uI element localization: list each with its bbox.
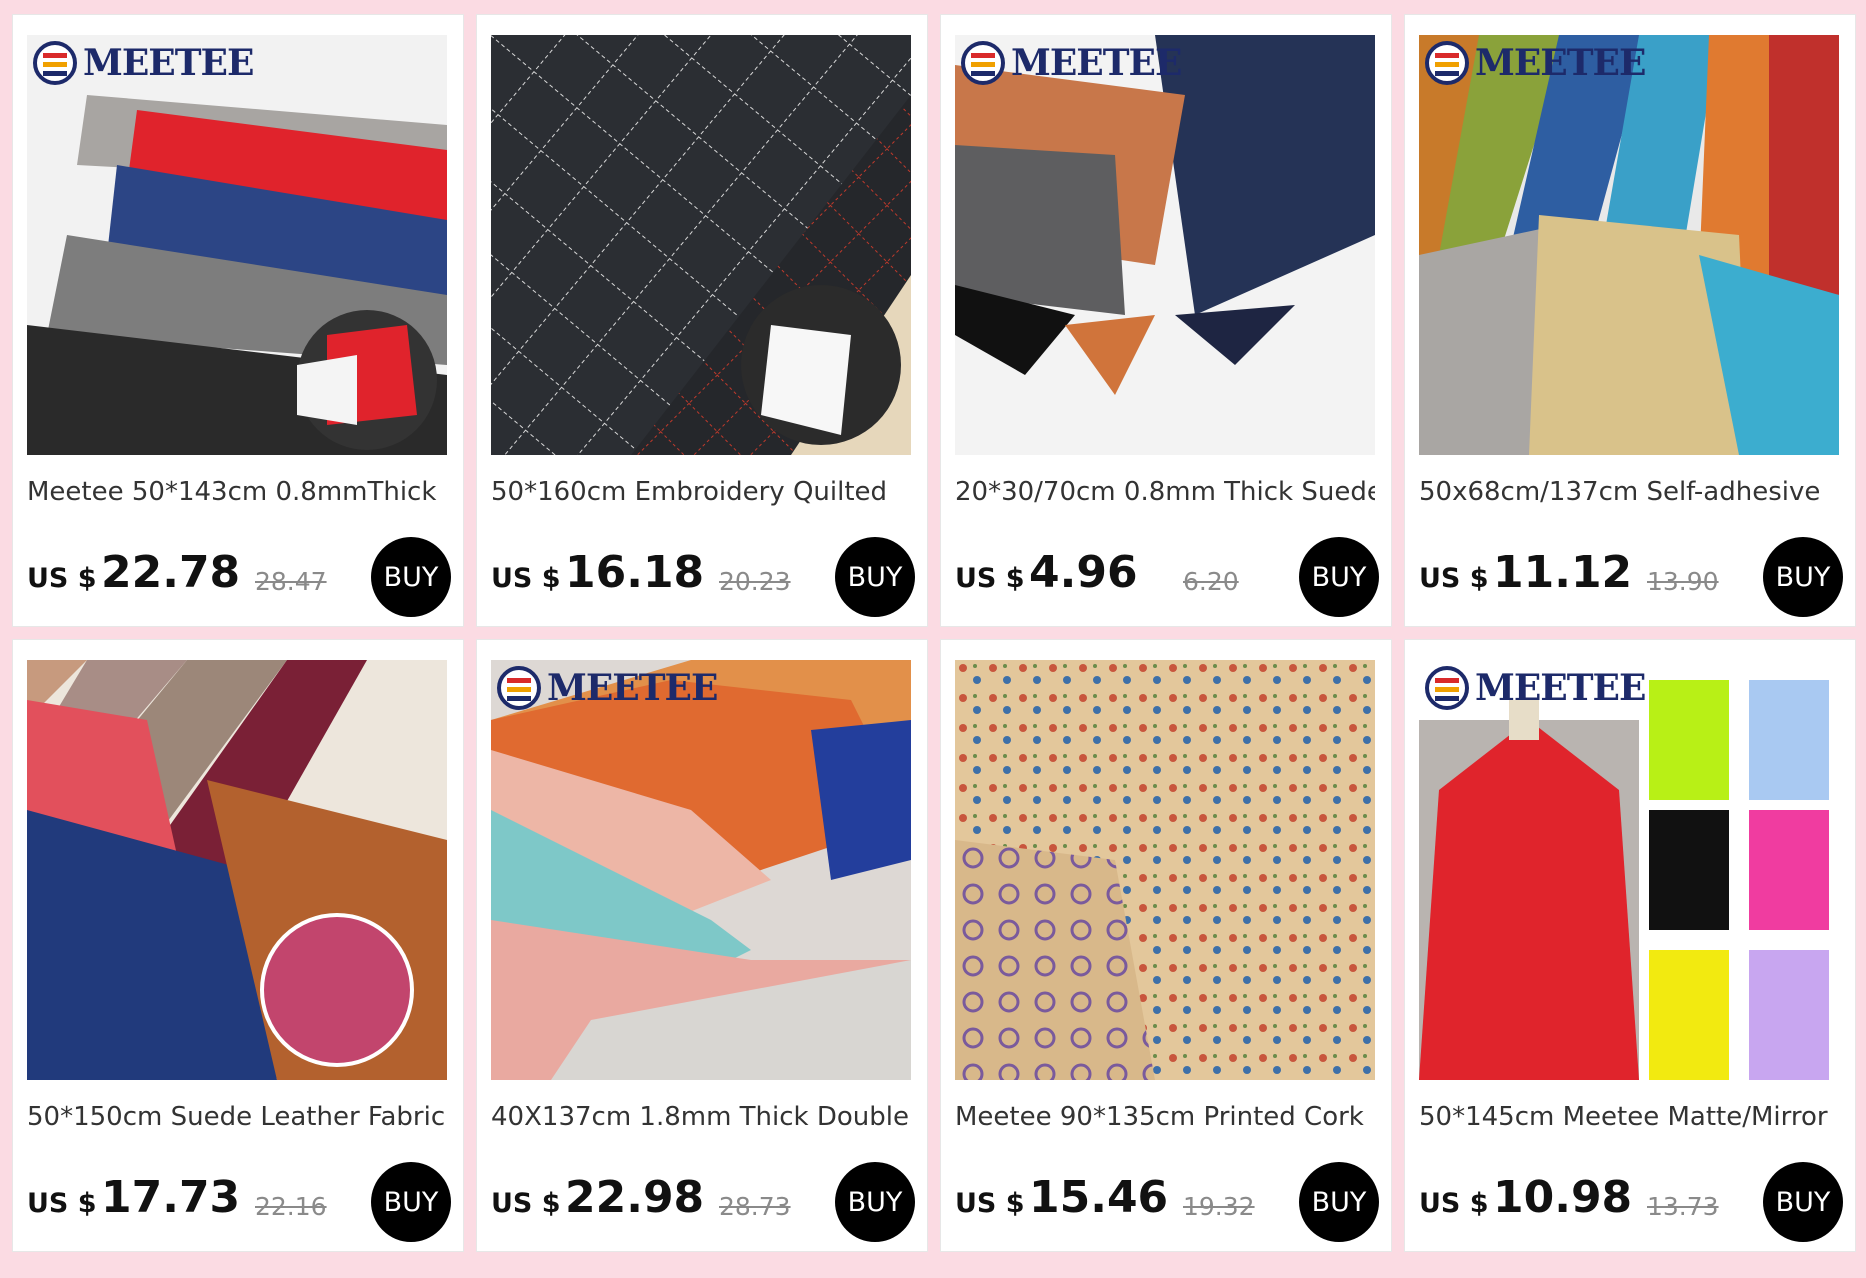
- sale-price: 4.96: [1029, 547, 1138, 598]
- currency-label: US $: [491, 1188, 561, 1219]
- price-bar: US $ 16.18 20.23 BUY: [491, 537, 915, 617]
- brand-logo: MEETEE: [33, 41, 254, 85]
- sale-price: 16.18: [565, 547, 705, 598]
- brand-name: MEETEE: [1475, 42, 1646, 84]
- currency-label: US $: [27, 563, 97, 594]
- product-card[interactable]: Meetee 90*135cm Printed Cork US $ 15.46 …: [940, 639, 1392, 1252]
- product-image[interactable]: MEETEE: [491, 660, 911, 1080]
- buy-button[interactable]: BUY: [835, 1162, 915, 1242]
- suede-rolls-image: [27, 35, 447, 455]
- buy-button[interactable]: BUY: [835, 537, 915, 617]
- product-card[interactable]: 50*160cm Embroidery Quilted US $ 16.18 2…: [476, 14, 928, 627]
- product-card[interactable]: MEETEE 20*30/70cm 0.8mm Thick Suede US $…: [940, 14, 1392, 627]
- buy-button[interactable]: BUY: [1299, 1162, 1379, 1242]
- original-price: 19.32: [1183, 1192, 1255, 1221]
- product-card[interactable]: 50*150cm Suede Leather Fabric US $ 17.73…: [12, 639, 464, 1252]
- buy-button[interactable]: BUY: [371, 537, 451, 617]
- price-bar: US $ 22.78 28.47 BUY: [27, 537, 451, 617]
- product-title[interactable]: 40X137cm 1.8mm Thick Double: [491, 1102, 911, 1132]
- product-image[interactable]: [491, 35, 911, 455]
- meetee-logo-icon: [497, 666, 541, 710]
- mirror-vinyl-mannequins-image: [1419, 660, 1839, 1080]
- currency-label: US $: [955, 1188, 1025, 1219]
- product-image[interactable]: MEETEE: [955, 35, 1375, 455]
- original-price: 22.16: [255, 1192, 327, 1221]
- original-price: 28.47: [255, 567, 327, 596]
- meetee-logo-icon: [1425, 666, 1469, 710]
- price-bar: US $ 17.73 22.16 BUY: [27, 1162, 451, 1242]
- product-title[interactable]: 50x68cm/137cm Self-adhesive: [1419, 477, 1839, 507]
- printed-cork-image: [955, 660, 1375, 1080]
- suede-leather-swatches-image: [27, 660, 447, 1080]
- price-bar: US $ 15.46 19.32 BUY: [955, 1162, 1379, 1242]
- sale-price: 22.78: [101, 547, 241, 598]
- product-title[interactable]: 50*160cm Embroidery Quilted: [491, 477, 911, 507]
- product-title[interactable]: Meetee 90*135cm Printed Cork: [955, 1102, 1375, 1132]
- brand-name: MEETEE: [1011, 42, 1182, 84]
- original-price: 13.90: [1647, 567, 1719, 596]
- brand-logo: MEETEE: [1425, 41, 1646, 85]
- product-image[interactable]: MEETEE: [1419, 660, 1839, 1080]
- product-card[interactable]: MEETEE 50*145cm Meetee Matte/Mirror US $…: [1404, 639, 1856, 1252]
- product-card[interactable]: MEETEE Meetee 50*143cm 0.8mmThick US $ 2…: [12, 14, 464, 627]
- currency-label: US $: [955, 563, 1025, 594]
- currency-label: US $: [1419, 1188, 1489, 1219]
- original-price: 28.73: [719, 1192, 791, 1221]
- suede-rolls-image: [955, 35, 1375, 455]
- brand-name: MEETEE: [83, 42, 254, 84]
- product-image[interactable]: [27, 660, 447, 1080]
- product-title[interactable]: 50*145cm Meetee Matte/Mirror: [1419, 1102, 1839, 1132]
- brand-name: MEETEE: [1475, 667, 1646, 709]
- product-title[interactable]: 50*150cm Suede Leather Fabric: [27, 1102, 447, 1132]
- product-image[interactable]: MEETEE: [1419, 35, 1839, 455]
- product-card[interactable]: MEETEE 50x68cm/137cm Self-adhesive US $ …: [1404, 14, 1856, 627]
- sale-price: 10.98: [1493, 1172, 1633, 1223]
- price-bar: US $ 4.96 6.20 BUY: [955, 537, 1379, 617]
- product-image[interactable]: MEETEE: [27, 35, 447, 455]
- currency-label: US $: [1419, 563, 1489, 594]
- price-bar: US $ 10.98 13.73 BUY: [1419, 1162, 1843, 1242]
- buy-button[interactable]: BUY: [1763, 1162, 1843, 1242]
- sale-price: 17.73: [101, 1172, 241, 1223]
- meetee-logo-icon: [961, 41, 1005, 85]
- price-bar: US $ 22.98 28.73 BUY: [491, 1162, 915, 1242]
- sale-price: 15.46: [1029, 1172, 1169, 1223]
- sale-price: 11.12: [1493, 547, 1633, 598]
- brand-name: MEETEE: [547, 667, 718, 709]
- buy-button[interactable]: BUY: [371, 1162, 451, 1242]
- product-image[interactable]: [955, 660, 1375, 1080]
- double-sided-leather-image: [491, 660, 911, 1080]
- product-card[interactable]: MEETEE 40X137cm 1.8mm Thick Double US $ …: [476, 639, 928, 1252]
- buy-button[interactable]: BUY: [1763, 537, 1843, 617]
- sale-price: 22.98: [565, 1172, 705, 1223]
- product-title[interactable]: Meetee 50*143cm 0.8mmThick: [27, 477, 447, 507]
- currency-label: US $: [27, 1188, 97, 1219]
- brand-logo: MEETEE: [497, 666, 718, 710]
- original-price: 20.23: [719, 567, 791, 596]
- brand-logo: MEETEE: [961, 41, 1182, 85]
- product-title[interactable]: 20*30/70cm 0.8mm Thick Suede: [955, 477, 1375, 507]
- meetee-logo-icon: [33, 41, 77, 85]
- original-price: 13.73: [1647, 1192, 1719, 1221]
- quilted-leather-image: [491, 35, 911, 455]
- original-price: 6.20: [1183, 567, 1239, 596]
- product-grid: MEETEE Meetee 50*143cm 0.8mmThick US $ 2…: [12, 14, 1856, 1264]
- brand-logo: MEETEE: [1425, 666, 1646, 710]
- currency-label: US $: [491, 563, 561, 594]
- colored-leather-rolls-image: [1419, 35, 1839, 455]
- meetee-logo-icon: [1425, 41, 1469, 85]
- buy-button[interactable]: BUY: [1299, 537, 1379, 617]
- price-bar: US $ 11.12 13.90 BUY: [1419, 537, 1843, 617]
